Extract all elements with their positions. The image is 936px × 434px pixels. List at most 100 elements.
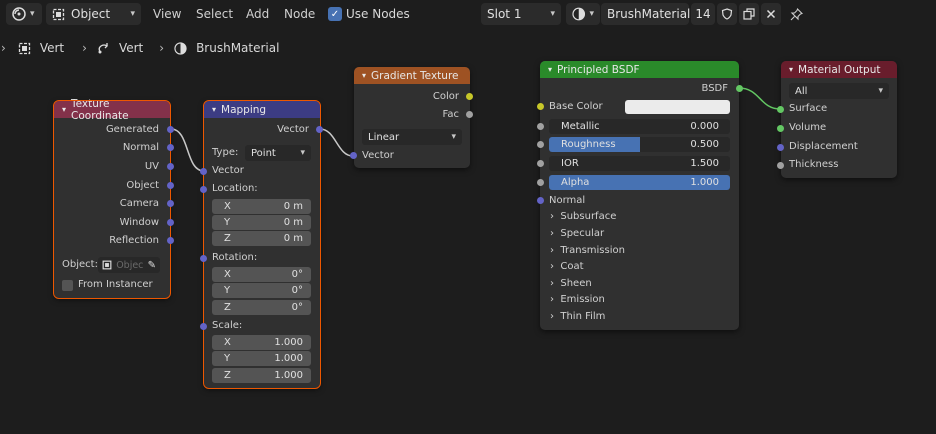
object-label: Object: (62, 259, 98, 270)
field-value: 1.000 (274, 370, 303, 381)
location-y-field[interactable]: Y 0 m (212, 215, 311, 230)
output-object: Object (126, 180, 159, 191)
ior-field[interactable]: IOR 1.500 (549, 156, 730, 171)
node-title: Mapping (221, 103, 267, 116)
field-value: 1.000 (274, 337, 303, 348)
socket-object[interactable] (167, 182, 174, 189)
node-header[interactable]: ▾ Texture Coordinate (54, 98, 170, 122)
socket-vector-in[interactable] (200, 168, 207, 175)
socket-window[interactable] (167, 219, 174, 226)
axis-label: Z (224, 370, 231, 381)
alpha-field[interactable]: Alpha 1.000 (549, 175, 730, 190)
scale-x-field[interactable]: X 1.000 (212, 335, 311, 350)
socket-surface[interactable] (777, 106, 784, 113)
socket-location[interactable] (200, 186, 207, 193)
object-picker[interactable]: Objec ✎ (98, 257, 160, 273)
location-z-field[interactable]: Z 0 m (212, 231, 311, 246)
axis-label: Y (224, 353, 231, 364)
panel-emission[interactable]: › Emission (550, 294, 605, 305)
texture-coordinate-node[interactable]: ▾ Texture Coordinate Generated Normal UV… (53, 98, 171, 299)
chevron-right-icon: › (550, 211, 554, 222)
target-dropdown[interactable]: All ▾ (789, 83, 889, 99)
eyedropper-icon[interactable]: ✎ (148, 260, 156, 271)
socket-normal[interactable] (537, 197, 544, 204)
collapse-icon[interactable]: ▾ (362, 71, 366, 80)
collapse-icon[interactable]: ▾ (548, 65, 552, 74)
rotation-x-field[interactable]: X 0° (212, 267, 311, 282)
socket-vector-in[interactable] (350, 152, 357, 159)
panel-label: Specular (560, 228, 605, 239)
scale-y-field[interactable]: Y 1.000 (212, 351, 311, 366)
panel-transmission[interactable]: › Transmission (550, 245, 625, 256)
chevron-down-icon: ▾ (878, 86, 883, 96)
link-bsdf-to-surface[interactable] (738, 87, 781, 110)
collapse-icon[interactable]: ▾ (789, 65, 793, 74)
socket-fac-out[interactable] (466, 111, 473, 118)
field-label: Alpha (561, 177, 590, 188)
node-title: Principled BSDF (557, 63, 640, 76)
input-vector: Vector (212, 165, 244, 176)
link-generated-to-vector[interactable] (170, 128, 205, 172)
socket-normal[interactable] (167, 144, 174, 151)
checkbox-unchecked-icon[interactable] (62, 279, 73, 291)
panel-coat[interactable]: › Coat (550, 261, 584, 272)
panel-subsurface[interactable]: › Subsurface (550, 211, 616, 222)
socket-metallic[interactable] (537, 123, 544, 130)
gradient-type-dropdown[interactable]: Linear ▾ (362, 129, 462, 145)
collapse-icon[interactable]: ▾ (212, 105, 216, 114)
socket-generated[interactable] (167, 126, 174, 133)
node-title: Material Output (798, 63, 881, 76)
node-header[interactable]: ▾ Mapping (204, 101, 320, 118)
socket-base-color[interactable] (537, 103, 544, 110)
roughness-field[interactable]: Roughness 0.500 (549, 137, 730, 152)
scale-z-field[interactable]: Z 1.000 (212, 368, 311, 383)
socket-ior[interactable] (537, 160, 544, 167)
chevron-right-icon: › (550, 245, 554, 256)
socket-thickness[interactable] (777, 162, 784, 169)
panel-label: Subsurface (560, 211, 617, 222)
panel-sheen[interactable]: › Sheen (550, 278, 592, 289)
rotation-z-field[interactable]: Z 0° (212, 300, 311, 315)
socket-volume[interactable] (777, 125, 784, 132)
base-color-swatch[interactable] (625, 100, 730, 114)
panel-specular[interactable]: › Specular (550, 228, 604, 239)
type-label: Type: (212, 147, 239, 158)
socket-scale[interactable] (200, 323, 207, 330)
panel-thin-film[interactable]: › Thin Film (550, 311, 605, 322)
output-uv: UV (144, 161, 159, 172)
metallic-field[interactable]: Metallic 0.000 (549, 119, 730, 134)
collapse-icon[interactable]: ▾ (62, 105, 66, 114)
socket-camera[interactable] (167, 200, 174, 207)
output-camera: Camera (119, 198, 159, 209)
socket-rotation[interactable] (200, 255, 207, 262)
target-value: All (795, 85, 808, 97)
socket-reflection[interactable] (167, 237, 174, 244)
output-reflection: Reflection (109, 235, 159, 246)
node-header[interactable]: ▾ Gradient Texture (354, 67, 470, 84)
principled-bsdf-node[interactable]: ▾ Principled BSDF BSDF Base Color Metall… (540, 61, 739, 330)
material-output-node[interactable]: ▾ Material Output All ▾ Surface Volume D… (781, 61, 897, 178)
socket-uv[interactable] (167, 163, 174, 170)
rotation-y-field[interactable]: Y 0° (212, 283, 311, 298)
node-header[interactable]: ▾ Material Output (781, 61, 897, 78)
mapping-node[interactable]: ▾ Mapping Vector Type: Point ▾ Vector Lo… (203, 100, 321, 389)
location-x-field[interactable]: X 0 m (212, 199, 311, 214)
socket-color-out[interactable] (466, 93, 473, 100)
field-value: 0.000 (690, 121, 719, 132)
axis-label: Z (224, 302, 231, 313)
from-instancer-toggle[interactable]: From Instancer (62, 278, 153, 292)
chevron-right-icon: › (550, 278, 554, 289)
gradient-texture-node[interactable]: ▾ Gradient Texture Color Fac Linear ▾ Ve… (354, 67, 470, 168)
type-value: Point (251, 147, 276, 159)
link-mapping-to-gradient[interactable] (319, 128, 354, 157)
socket-displacement[interactable] (777, 144, 784, 151)
socket-bsdf-out[interactable] (736, 85, 743, 92)
socket-vector-out[interactable] (316, 126, 323, 133)
type-dropdown[interactable]: Point ▾ (245, 145, 311, 161)
socket-alpha[interactable] (537, 179, 544, 186)
panel-label: Sheen (560, 278, 592, 289)
chevron-right-icon: › (550, 261, 554, 272)
socket-roughness[interactable] (537, 141, 544, 148)
panel-label: Thin Film (560, 311, 606, 322)
node-header[interactable]: ▾ Principled BSDF (540, 61, 739, 78)
